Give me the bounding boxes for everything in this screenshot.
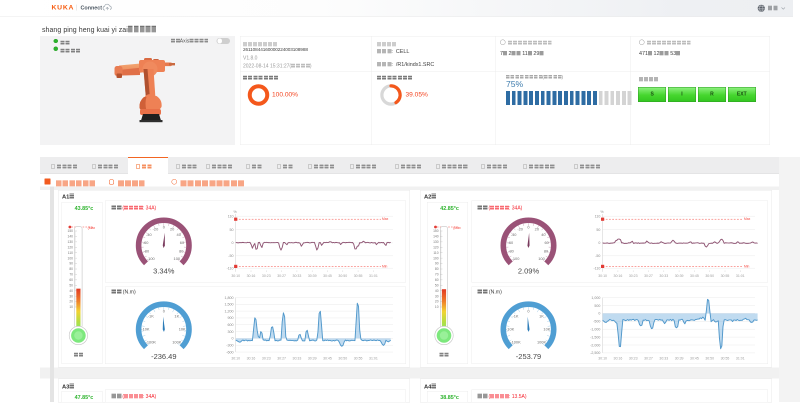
- svg-text:-60: -60: [508, 240, 514, 245]
- svg-text:Max: Max: [744, 217, 751, 221]
- svg-text:Min: Min: [744, 264, 749, 268]
- svg-text:110: 110: [595, 214, 601, 218]
- svg-text:0: 0: [598, 312, 600, 316]
- svg-text:-1,500: -1,500: [590, 335, 600, 339]
- svg-text:20: 20: [535, 226, 540, 231]
- svg-text:30:23: 30:23: [629, 274, 638, 278]
- svg-text:30:16: 30:16: [614, 274, 623, 278]
- svg-text:50: 50: [596, 228, 600, 232]
- svg-text:30:55: 30:55: [721, 274, 730, 278]
- svg-text:-80: -80: [508, 248, 514, 253]
- svg-text:0: 0: [527, 308, 530, 313]
- svg-text:30:39: 30:39: [675, 357, 684, 361]
- svg-text:30:50: 30:50: [705, 274, 714, 278]
- svg-text:%: %: [600, 210, 604, 214]
- svg-text:30:10: 30:10: [598, 274, 607, 278]
- svg-text:30:27: 30:27: [644, 274, 653, 278]
- svg-text:-40: -40: [511, 232, 517, 237]
- svg-text:1,000: 1,000: [591, 296, 600, 300]
- svg-text:1K: 1K: [539, 314, 544, 319]
- svg-text:-1,000: -1,000: [590, 327, 600, 331]
- svg-text:80: 80: [544, 248, 549, 253]
- svg-text:10K: 10K: [543, 327, 550, 332]
- svg-text:-2,000: -2,000: [590, 343, 600, 347]
- svg-text:30:55: 30:55: [721, 357, 730, 361]
- svg-text:100: 100: [538, 256, 545, 261]
- svg-text:-500: -500: [593, 320, 600, 324]
- svg-text:30:39: 30:39: [675, 274, 684, 278]
- svg-text:100K: 100K: [537, 340, 546, 345]
- svg-text:-100K: -100K: [510, 340, 521, 345]
- svg-text:-20: -20: [517, 226, 523, 231]
- svg-text:30:50: 30:50: [705, 357, 714, 361]
- svg-text:30:23: 30:23: [629, 357, 638, 361]
- svg-text:31:01: 31:01: [736, 274, 745, 278]
- svg-text:-110: -110: [593, 266, 600, 270]
- svg-text:-2,500: -2,500: [590, 351, 600, 355]
- svg-text:30:16: 30:16: [614, 357, 623, 361]
- svg-text:30:33: 30:33: [659, 357, 668, 361]
- svg-text:31:01: 31:01: [736, 357, 745, 361]
- svg-text:-50: -50: [595, 254, 600, 258]
- svg-text:30:45: 30:45: [690, 274, 699, 278]
- svg-text:40: 40: [541, 232, 546, 237]
- svg-text:30:10: 30:10: [598, 357, 607, 361]
- svg-text:30:27: 30:27: [644, 357, 653, 361]
- svg-text:0: 0: [598, 241, 600, 245]
- svg-text:0: 0: [527, 224, 530, 229]
- svg-text:500: 500: [594, 304, 600, 308]
- svg-text:30:33: 30:33: [659, 274, 668, 278]
- svg-text:-1K: -1K: [512, 314, 518, 319]
- svg-text:-10K: -10K: [506, 327, 515, 332]
- svg-text:30:45: 30:45: [690, 357, 699, 361]
- svg-text:-100: -100: [512, 256, 521, 261]
